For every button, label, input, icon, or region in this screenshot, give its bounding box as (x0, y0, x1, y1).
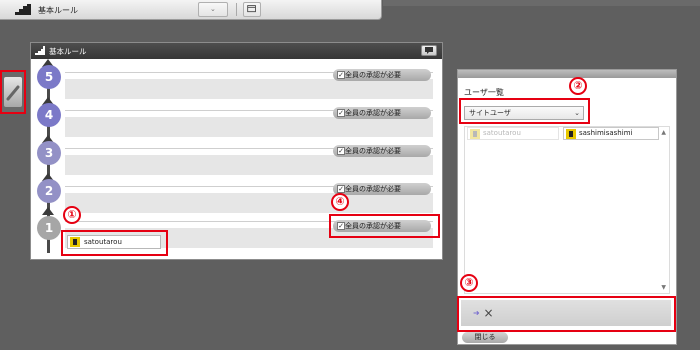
rule-panel-title: 基本ルール (49, 47, 87, 56)
step-number: 3 (37, 141, 61, 165)
highlight-box (457, 296, 676, 332)
step-row (65, 79, 433, 99)
rule-panel-header: 基本ルール (31, 43, 442, 59)
edit-tool-button[interactable] (0, 70, 26, 114)
annotation-marker: ③ (460, 274, 478, 292)
step-number: 2 (37, 179, 61, 203)
list-item: satoutarou (467, 127, 559, 140)
require-all-approval-toggle[interactable]: ✓ 全員の承認が必要 (333, 145, 431, 157)
approval-label: 全員の承認が必要 (345, 147, 401, 155)
close-button[interactable]: 閉じる (462, 332, 508, 343)
scroll-up-icon[interactable]: ▲ (661, 129, 666, 136)
annotation-marker: ② (569, 77, 587, 95)
user-icon (470, 129, 480, 139)
comment-button[interactable] (421, 45, 437, 56)
toolbar-dropdown[interactable]: ⌄ (198, 2, 228, 17)
top-strip (383, 0, 700, 6)
annotation-marker: ① (63, 206, 81, 224)
toolbar-title: 基本ルール (38, 6, 78, 15)
annotation-marker: ④ (331, 193, 349, 211)
approval-label: 全員の承認が必要 (345, 185, 401, 193)
chevron-down-icon: ⌄ (210, 5, 216, 13)
list-item[interactable]: sashimisashimi (563, 127, 659, 140)
pencil-icon (6, 85, 20, 101)
approval-label: 全員の承認が必要 (345, 71, 401, 79)
step-number: 4 (37, 103, 61, 127)
window-button[interactable] (243, 2, 261, 17)
require-all-approval-toggle[interactable]: ✓ 全員の承認が必要 (333, 183, 431, 195)
highlight-box (329, 214, 440, 238)
checkbox[interactable]: ✓ (337, 147, 345, 155)
user-name: satoutarou (483, 129, 521, 137)
stairs-icon (35, 46, 45, 55)
require-all-approval-toggle[interactable]: ✓ 全員の承認が必要 (333, 107, 431, 119)
user-list: satoutarou sashimisashimi ▲ ▼ (464, 126, 670, 294)
scroll-down-icon[interactable]: ▼ (661, 284, 666, 291)
top-toolbar: 基本ルール ⌄ (0, 0, 382, 20)
arrow-up-icon (42, 207, 54, 215)
window-icon (247, 5, 256, 13)
step-row (65, 155, 433, 175)
stairs-icon (15, 4, 31, 15)
step-number: 5 (37, 65, 61, 89)
step-row (65, 117, 433, 137)
require-all-approval-toggle[interactable]: ✓ 全員の承認が必要 (333, 69, 431, 81)
user-name: sashimisashimi (579, 129, 633, 137)
step-row (65, 193, 433, 213)
user-icon (566, 129, 576, 139)
step-number: 1 (37, 216, 61, 240)
approval-label: 全員の承認が必要 (345, 109, 401, 117)
checkbox[interactable]: ✓ (337, 71, 345, 79)
highlight-box (459, 98, 590, 124)
checkbox[interactable]: ✓ (337, 109, 345, 117)
comment-icon (425, 47, 433, 54)
checkbox[interactable]: ✓ (337, 185, 345, 193)
user-panel-titlebar (458, 70, 676, 78)
user-panel-title: ユーザ一覧 (464, 88, 504, 97)
highlight-box (61, 230, 168, 256)
toolbar-divider (236, 3, 237, 16)
